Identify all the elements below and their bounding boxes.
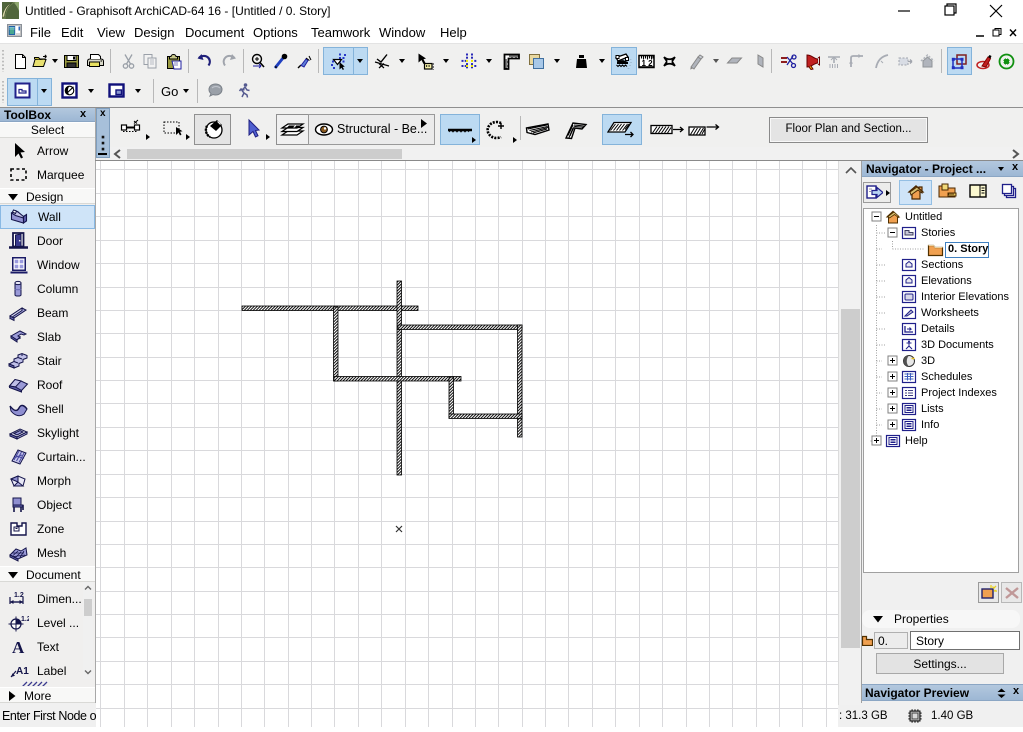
svg-text:1.2: 1.2 [21,616,29,623]
svg-text:1.2: 1.2 [14,592,24,599]
svg-text:A: A [12,638,25,657]
svg-text:A1: A1 [16,666,29,677]
